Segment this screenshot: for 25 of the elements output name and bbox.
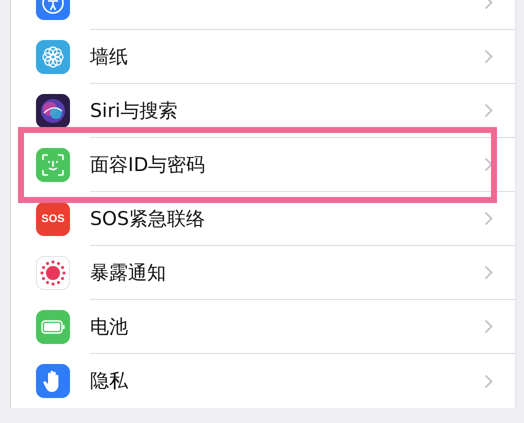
- flower-icon: [41, 45, 65, 69]
- chevron-icon: [484, 319, 493, 334]
- settings-row[interactable]: 暴露通知: [11, 246, 515, 300]
- chevron-icon: [484, 157, 493, 172]
- row-label: SOS紧急联络: [90, 206, 206, 232]
- chevron-icon: [484, 103, 493, 118]
- row-label: 电池: [90, 314, 128, 340]
- chevron-icon: [484, 49, 493, 64]
- row-label: 面容ID与密码: [90, 152, 206, 178]
- settings-row[interactable]: SOS SOS紧急联络: [11, 192, 515, 246]
- chevron-icon: [484, 265, 493, 280]
- settings-row[interactable]: Siri与搜索: [11, 84, 515, 138]
- row-label: 墙纸: [90, 44, 128, 70]
- row-label: 暴露通知: [90, 260, 166, 286]
- chevron-icon: [484, 374, 493, 388]
- chevron-icon: [484, 211, 493, 226]
- settings-row[interactable]: 面容ID与密码: [11, 138, 515, 192]
- settings-row[interactable]: 墙纸: [11, 30, 515, 84]
- settings-row[interactable]: 隐私: [11, 354, 515, 408]
- sos-label: SOS: [41, 213, 65, 225]
- settings-row[interactable]: 电池: [11, 300, 515, 354]
- row-label: Siri与搜索: [90, 98, 178, 124]
- row-label: 隐私: [90, 369, 128, 394]
- battery-icon: [41, 320, 65, 334]
- face-id-icon: [41, 153, 65, 177]
